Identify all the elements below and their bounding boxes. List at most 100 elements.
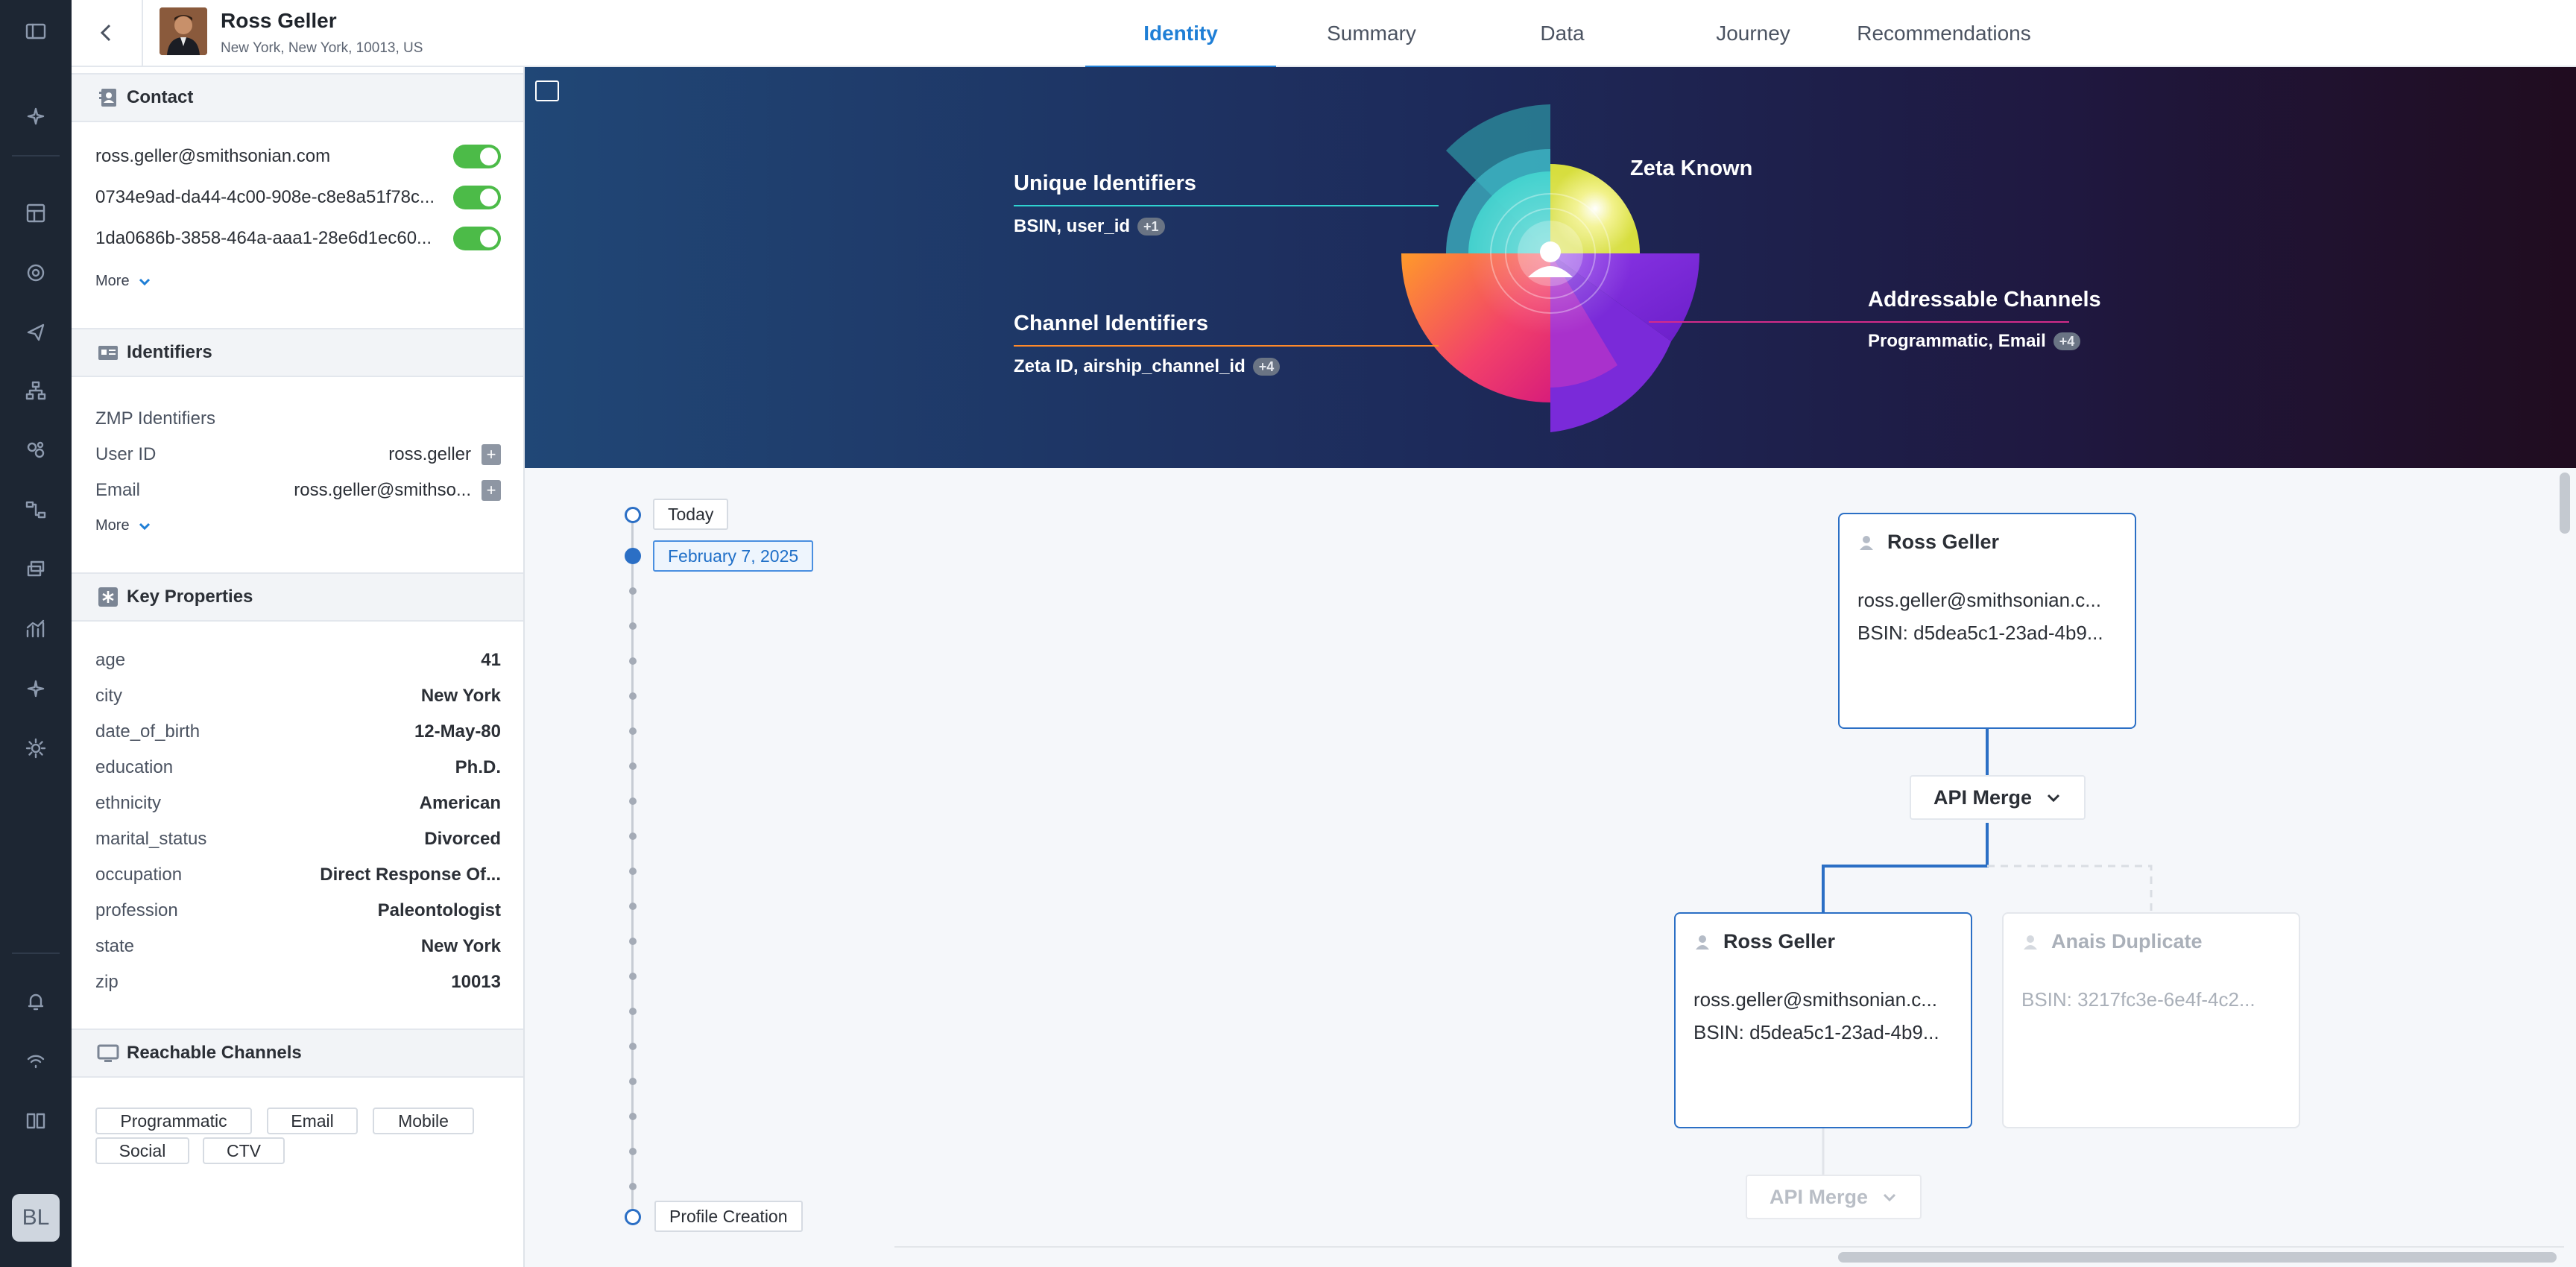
dashboard-icon[interactable] — [21, 198, 51, 228]
bell-icon[interactable] — [21, 987, 51, 1017]
left-nav-rail: BL — [0, 0, 72, 1267]
tab-data[interactable]: Data — [1467, 0, 1658, 67]
property-row: ethnicity American — [95, 789, 501, 818]
contact-toggle[interactable] — [453, 227, 501, 250]
user-avatar[interactable]: BL — [12, 1194, 60, 1242]
ai-icon[interactable] — [21, 674, 51, 704]
timeline-dot[interactable] — [629, 868, 637, 875]
more-count-badge[interactable]: +4 — [1252, 358, 1281, 376]
tab-summary[interactable]: Summary — [1276, 0, 1467, 67]
timeline-dot[interactable] — [629, 727, 637, 735]
identity-graph-canvas — [525, 468, 2576, 1267]
more-count-badge[interactable]: +1 — [1137, 218, 1165, 236]
timeline-dot[interactable] — [629, 1008, 637, 1015]
chevron-left-icon — [100, 24, 111, 42]
horizontal-scrollbar[interactable] — [1838, 1252, 2557, 1263]
contact-section-title: Contact — [127, 87, 194, 107]
identifier-row: Email ross.geller@smithso... — [95, 475, 501, 505]
api-merge-dropdown[interactable]: API Merge — [1910, 775, 2086, 820]
timeline-today-node[interactable] — [625, 507, 641, 523]
timeline-dot[interactable] — [629, 832, 637, 840]
signal-icon[interactable] — [21, 1046, 51, 1076]
hierarchy-icon[interactable] — [21, 376, 51, 405]
target-icon[interactable] — [21, 258, 51, 288]
chevron-down-icon — [2047, 794, 2060, 803]
contact-value: ross.geller@smithsonian.com — [95, 146, 331, 166]
timeline-dot[interactable] — [629, 622, 637, 630]
timeline-dot[interactable] — [629, 1043, 637, 1050]
timeline-dot[interactable] — [629, 1148, 637, 1155]
timeline-dot[interactable] — [629, 973, 637, 980]
timeline-dot[interactable] — [629, 762, 637, 770]
property-label: profession — [95, 900, 178, 920]
unique-identifiers-text: BSIN, user_id — [1014, 216, 1131, 236]
layers-icon[interactable] — [21, 554, 51, 584]
timeline-selected-node[interactable] — [625, 548, 641, 564]
timeline-dot[interactable] — [629, 903, 637, 910]
channel-chip: Email — [267, 1108, 358, 1134]
more-count-badge[interactable]: +4 — [2053, 332, 2081, 350]
timeline-dot[interactable] — [629, 692, 637, 700]
reachable-channels-section-header: Reachable Channels — [72, 1029, 523, 1078]
contact-more-link[interactable]: More — [95, 273, 152, 290]
contact-toggle[interactable] — [453, 186, 501, 209]
timeline-profile-creation-node[interactable] — [625, 1209, 641, 1225]
timeline-dot[interactable] — [629, 1078, 637, 1085]
horizontal-scroll-track — [894, 1246, 2564, 1248]
timeline-dot[interactable] — [629, 657, 637, 665]
panel-toggle-icon[interactable] — [535, 80, 559, 101]
timeline-selected-date[interactable]: February 7, 2025 — [653, 540, 814, 572]
timeline-dot[interactable] — [629, 1183, 637, 1190]
identifiers-section-header: Identifiers — [72, 328, 523, 377]
tab-identity[interactable]: Identity — [1085, 0, 1276, 69]
property-value: 41 — [481, 650, 501, 670]
timeline-dot[interactable] — [629, 938, 637, 945]
api-merge-dropdown-faded[interactable]: API Merge — [1746, 1175, 1922, 1219]
timeline-today-label[interactable]: Today — [653, 499, 729, 530]
vertical-scrollbar[interactable] — [2560, 473, 2570, 534]
identifier-group-label: ZMP Identifiers — [95, 404, 501, 434]
property-value: Paleontologist — [377, 900, 501, 920]
copy-icon[interactable] — [482, 444, 501, 465]
card-title: Ross Geller — [1857, 531, 1999, 554]
card-email: ross.geller@smithsonian.c... — [1857, 589, 2101, 611]
channel-chip: Mobile — [373, 1108, 474, 1134]
identity-card-primary[interactable]: Ross Geller ross.geller@smithsonian.c...… — [1838, 513, 2136, 729]
property-row: age 41 — [95, 645, 501, 675]
back-button[interactable] — [72, 0, 143, 66]
chevron-down-icon — [1883, 1193, 1896, 1202]
tab-journey[interactable]: Journey — [1658, 0, 1849, 67]
property-value: New York — [420, 686, 501, 706]
timeline-dot[interactable] — [629, 797, 637, 805]
tab-recommendations[interactable]: Recommendations — [1849, 0, 2039, 67]
segments-icon[interactable] — [21, 435, 51, 465]
sparkle-icon[interactable] — [21, 101, 51, 131]
property-label: occupation — [95, 865, 183, 885]
contact-toggle[interactable] — [453, 145, 501, 168]
identifiers-section-title: Identifiers — [127, 342, 212, 362]
identifier-label: User ID — [95, 444, 157, 464]
merge-label: API Merge — [1770, 1185, 1869, 1208]
identifiers-more-link[interactable]: More — [95, 517, 152, 534]
card-title: Ross Geller — [1693, 930, 1835, 953]
analytics-icon[interactable] — [21, 614, 51, 644]
copy-icon[interactable] — [482, 480, 501, 501]
tab-bar: Identity Summary Data Journey Recommenda… — [1085, 0, 2039, 69]
asterisk-icon — [97, 586, 119, 608]
book-icon[interactable] — [21, 1106, 51, 1136]
timeline-line — [631, 514, 634, 1216]
send-icon[interactable] — [21, 317, 51, 347]
timeline-dot[interactable] — [629, 587, 637, 595]
identity-card-duplicate[interactable]: Anais Duplicate BSIN: 3217fc3e-6e4f-4c2.… — [2002, 912, 2300, 1128]
chevron-down-icon — [139, 278, 150, 285]
settings-icon[interactable] — [21, 733, 51, 763]
rail-divider — [12, 952, 60, 954]
more-label: More — [95, 517, 130, 534]
identity-card-merged[interactable]: Ross Geller ross.geller@smithsonian.c...… — [1674, 912, 1972, 1128]
card-name: Ross Geller — [1723, 930, 1836, 952]
property-label: city — [95, 686, 122, 706]
flow-icon[interactable] — [21, 495, 51, 525]
panel-icon[interactable] — [21, 16, 51, 46]
timeline-dot[interactable] — [629, 1113, 637, 1120]
timeline-profile-creation-label[interactable]: Profile Creation — [654, 1201, 803, 1232]
